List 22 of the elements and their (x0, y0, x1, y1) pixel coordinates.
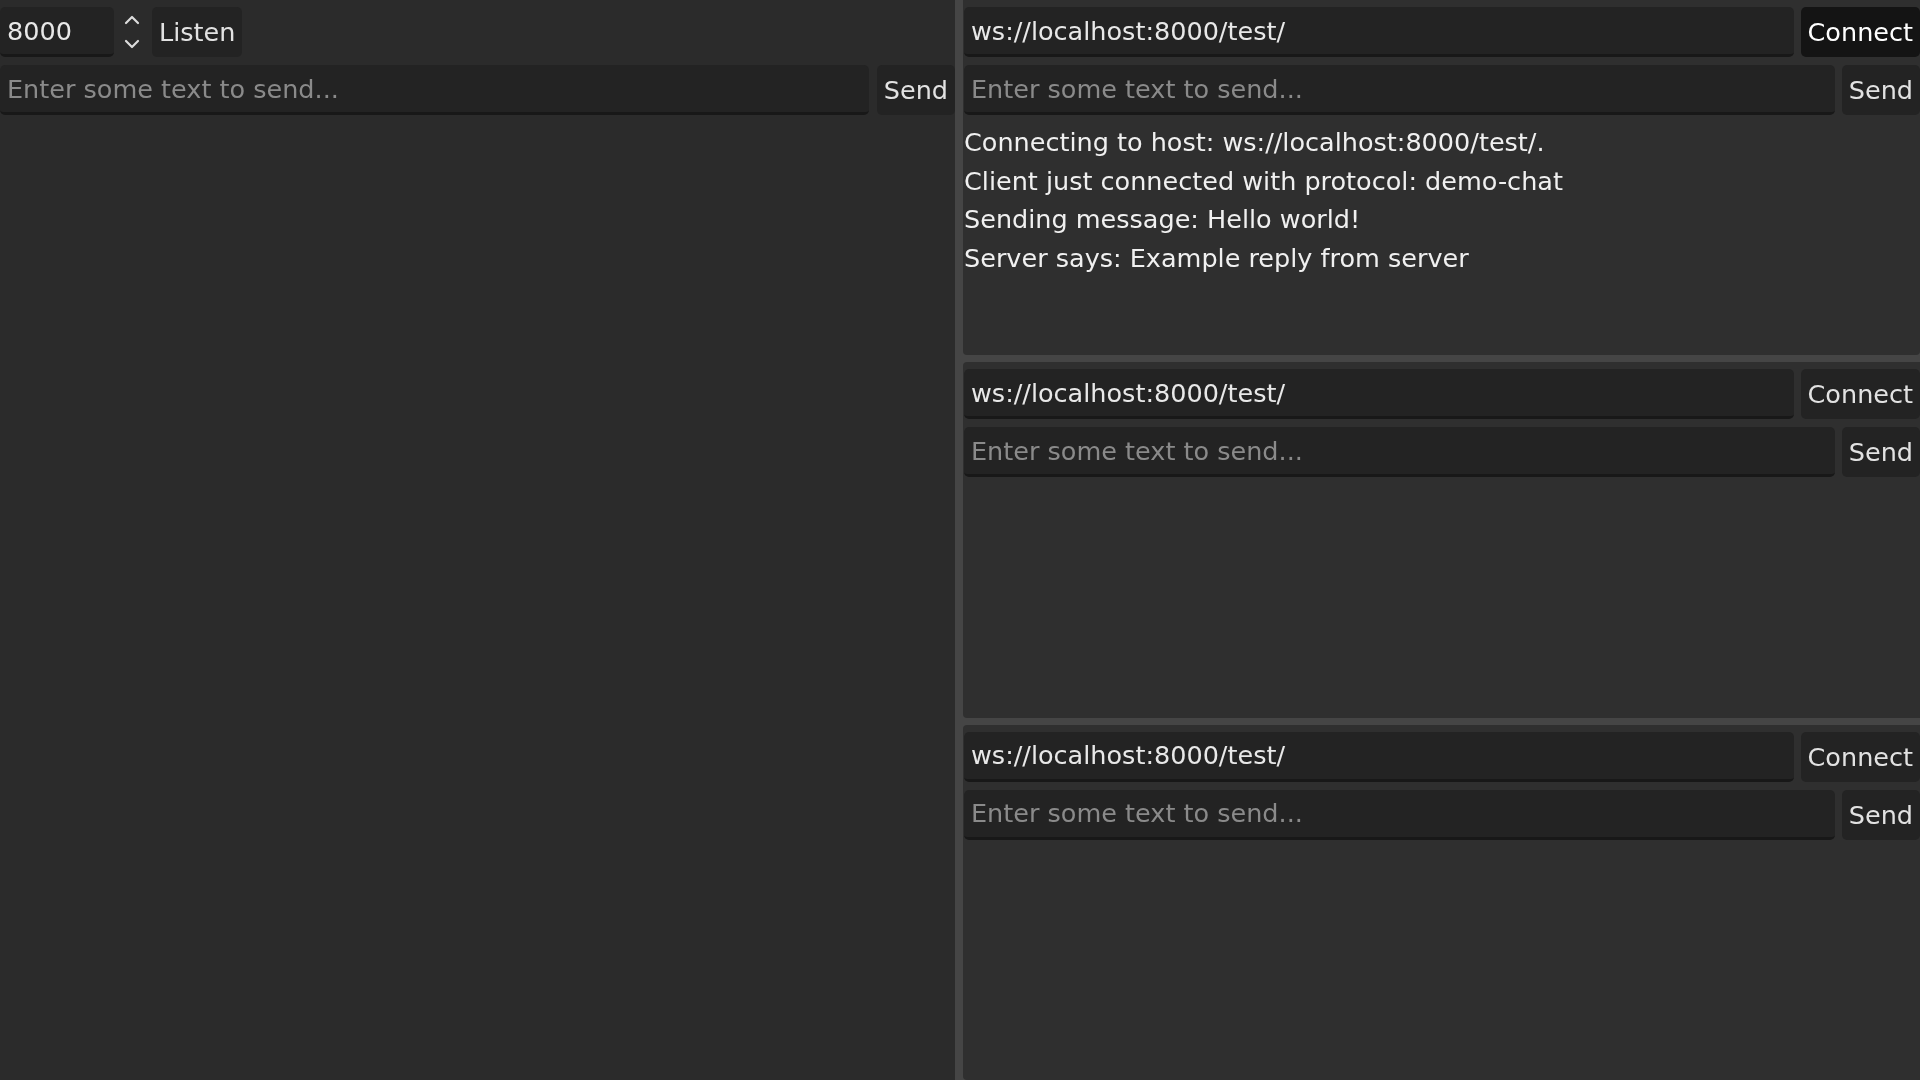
connect-button[interactable]: Connect (1800, 369, 1920, 420)
url-field[interactable]: ws://localhost:8000/test/ (964, 369, 1794, 420)
message-input[interactable]: Enter some text to send... (964, 427, 1835, 478)
message-input[interactable]: Enter some text to send... (964, 65, 1835, 115)
connect-button[interactable]: Connect (1800, 731, 1920, 782)
send-button[interactable]: Send (1841, 65, 1920, 115)
log-message: Server says: Example reply from server (964, 241, 1469, 275)
port-field[interactable]: 8000 (0, 7, 114, 57)
log-message: Sending message: Hello world! (964, 203, 1361, 236)
url-field[interactable]: ws://localhost:8000/test/ (964, 7, 1794, 57)
chevron-down-icon[interactable] (124, 39, 140, 49)
send-button[interactable]: Send (1841, 789, 1920, 840)
listen-button[interactable]: Listen (152, 7, 243, 57)
log-message: Client just connected with protocol: demo-chat (964, 164, 1563, 198)
log-message: Connecting to host: ws://localhost:8000/test/. (964, 126, 1545, 159)
send-button[interactable]: Send (876, 65, 955, 115)
message-input[interactable]: Enter some text to send... (0, 65, 869, 115)
chevron-up-icon[interactable] (124, 15, 140, 25)
message-input[interactable]: Enter some text to send... (964, 789, 1835, 840)
send-button[interactable]: Send (1841, 427, 1920, 478)
url-field[interactable]: ws://localhost:8000/test/ (964, 731, 1794, 782)
connect-button[interactable]: Connect (1800, 7, 1920, 57)
